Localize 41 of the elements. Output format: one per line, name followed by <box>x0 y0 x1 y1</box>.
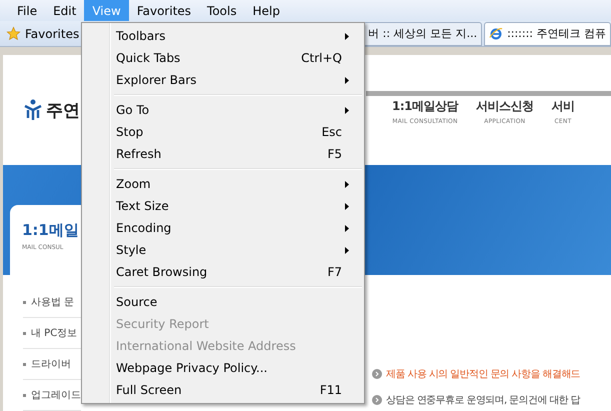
nav-link[interactable]: 서비스신청 <box>476 98 534 115</box>
menu-item[interactable]: Quick Tabs Ctrl+Q <box>84 47 362 69</box>
notice-text: 상담은 연중무휴로 운영되며, 문의건에 대한 답 <box>386 394 580 407</box>
arrow-bullet-icon <box>372 369 382 379</box>
browser-tab[interactable]: 버 :: 세상의 모든 지... <box>363 22 482 46</box>
star-icon <box>6 26 21 42</box>
menu-item[interactable]: Go To <box>84 99 362 121</box>
menu-item[interactable]: Text Size <box>84 195 362 217</box>
menu-item[interactable]: Explorer Bars <box>84 69 362 91</box>
arrow-bullet-icon <box>372 395 382 405</box>
browser-e-icon <box>489 26 504 41</box>
side-title: 1:1메일 <box>22 221 80 240</box>
submenu-arrow-icon <box>345 180 349 188</box>
menu-item[interactable]: Source <box>84 291 362 313</box>
menu-item[interactable]: Caret Browsing F7 <box>84 261 362 283</box>
menu-bar-item[interactable]: File <box>9 0 46 22</box>
menu-item[interactable]: Refresh F5 <box>84 143 362 165</box>
menu-bar-item[interactable]: Favorites <box>128 0 200 22</box>
submenu-arrow-icon <box>345 202 349 210</box>
submenu-arrow-icon <box>345 224 349 232</box>
browser-tab[interactable]: ::::::: 주연테크 컴퓨 <box>484 22 611 46</box>
menu-item[interactable]: Stop Esc <box>84 121 362 143</box>
menu-item[interactable]: Full Screen F11 <box>84 379 362 401</box>
menu-item[interactable]: Style <box>84 239 362 261</box>
menu-bar-item[interactable]: Help <box>244 0 288 22</box>
notice-text: 제품 사용 시의 일반적인 문의 사항을 해결해드 <box>386 368 580 381</box>
menu-bar-item[interactable]: Edit <box>45 0 84 22</box>
nav-link[interactable]: 서비 <box>552 98 574 115</box>
menu-item[interactable]: Encoding <box>84 217 362 239</box>
menu-item[interactable]: Toolbars <box>84 25 362 47</box>
submenu-arrow-icon <box>345 32 349 40</box>
menu-item[interactable]: Webpage Privacy Policy... <box>84 357 362 379</box>
logo-icon <box>23 99 43 121</box>
submenu-arrow-icon <box>345 76 349 84</box>
submenu-arrow-icon <box>345 246 349 254</box>
nav-link[interactable]: 1:1메일상담 <box>392 98 458 115</box>
menu-item[interactable]: Zoom <box>84 173 362 195</box>
favorites-button[interactable]: Favorites <box>0 22 86 45</box>
logo-text: 주연 <box>46 100 80 122</box>
submenu-arrow-icon <box>345 106 349 114</box>
menu-bar-item[interactable]: Tools <box>199 0 245 22</box>
